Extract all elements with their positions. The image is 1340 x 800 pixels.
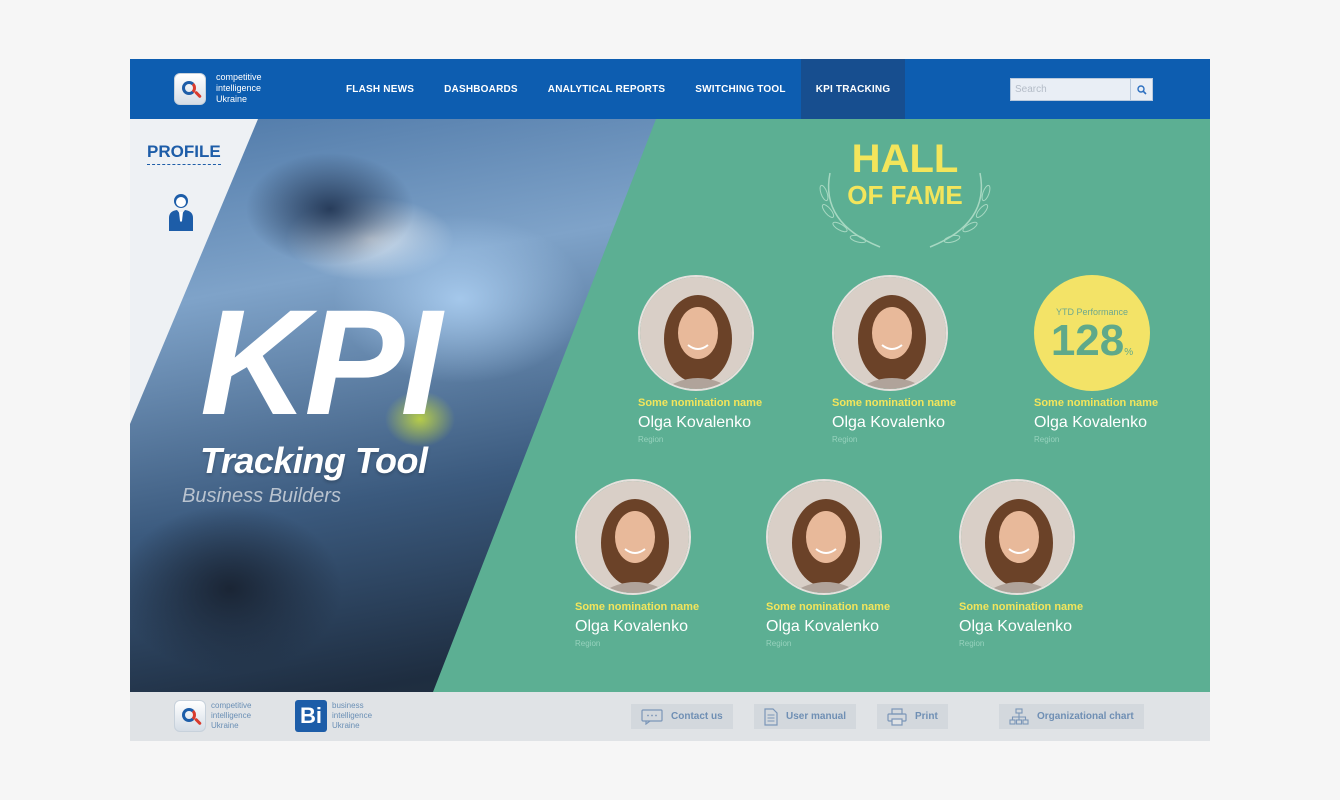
- printer-icon: [887, 707, 907, 726]
- nominee-card[interactable]: Some nomination name Olga Kovalenko Regi…: [575, 479, 755, 648]
- nav-analytical-reports[interactable]: ANALYTICAL REPORTS: [533, 59, 681, 119]
- nominee-name: Olga Kovalenko: [959, 618, 1072, 635]
- hof-title-line2: OF FAME: [847, 180, 963, 210]
- nominee-name: Olga Kovalenko: [575, 618, 688, 635]
- contact-us-label: Contact us: [671, 711, 723, 722]
- bi-logo-icon: Bi: [295, 700, 327, 732]
- nominee-card[interactable]: Some nomination name Olga Kovalenko Regi…: [766, 479, 946, 648]
- organizational-chart-button[interactable]: Organizational chart: [999, 704, 1144, 729]
- print-button[interactable]: Print: [877, 704, 948, 729]
- logo-line: Ukraine: [332, 721, 360, 730]
- kpi-subtitle: Tracking Tool: [200, 440, 428, 481]
- nav-switching-tool[interactable]: SWITCHING TOOL: [680, 59, 800, 119]
- nominee-photo: [766, 479, 882, 595]
- magnifier-logo-icon: [174, 700, 206, 732]
- logo-line: competitive: [216, 72, 262, 82]
- footer-bar: competitive intelligence Ukraine Bi busi…: [130, 692, 1210, 741]
- ytd-unit: %: [1124, 347, 1134, 358]
- nomination-name: Some nomination name: [959, 601, 1084, 613]
- ytd-performance-badge: YTD Performance 128%: [1034, 275, 1150, 391]
- nominee-photo: [638, 275, 754, 391]
- org-chart-icon: [1009, 707, 1029, 725]
- magnifier-logo-icon: [174, 72, 206, 105]
- nominee-name: Olga Kovalenko: [638, 414, 751, 431]
- logo-line: Ukraine: [211, 721, 239, 730]
- top-header: competitive intelligence Ukraine FLASH N…: [130, 59, 1210, 119]
- kpi-tagline: Business Builders: [182, 485, 341, 507]
- user-manual-button[interactable]: User manual: [754, 704, 857, 729]
- logo-line: competitive: [211, 701, 252, 710]
- app-window: competitive intelligence Ukraine FLASH N…: [130, 59, 1210, 741]
- print-label: Print: [915, 711, 938, 722]
- document-icon: [764, 707, 778, 726]
- nominee-card[interactable]: Some nomination name Olga Kovalenko Regi…: [638, 275, 818, 444]
- nominee-photo: [832, 275, 948, 391]
- main-nav: FLASH NEWS DASHBOARDS ANALYTICAL REPORTS…: [331, 59, 906, 119]
- ytd-card[interactable]: YTD Performance 128% Some nomination nam…: [1034, 275, 1210, 444]
- nomination-name: Some nomination name: [832, 397, 957, 409]
- nominee-region: Region: [959, 639, 985, 648]
- logo-line: intelligence: [211, 711, 252, 720]
- logo-line: business: [332, 701, 364, 710]
- nominee-photo: [959, 479, 1075, 595]
- search-box: [1010, 78, 1153, 101]
- nominee-photo: [575, 479, 691, 595]
- footer-ci-logo[interactable]: competitive intelligence Ukraine: [174, 700, 251, 732]
- footer-logo-text: business intelligence Ukraine: [332, 701, 372, 731]
- nomination-name: Some nomination name: [638, 397, 763, 409]
- contact-us-button[interactable]: Contact us: [631, 704, 733, 729]
- profile-link[interactable]: PROFILE: [147, 142, 221, 165]
- nav-kpi-tracking[interactable]: KPI TRACKING: [800, 59, 906, 119]
- nav-flash-news[interactable]: FLASH NEWS: [331, 59, 429, 119]
- user-icon[interactable]: [166, 191, 196, 231]
- organizational-chart-label: Organizational chart: [1037, 711, 1134, 722]
- nav-dashboards[interactable]: DASHBOARDS: [429, 59, 533, 119]
- kpi-title: KPI: [200, 278, 442, 446]
- nominee-region: Region: [832, 435, 858, 444]
- nomination-name: Some nomination name: [575, 601, 700, 613]
- ytd-value: 128: [1050, 316, 1125, 365]
- user-manual-label: User manual: [786, 711, 847, 722]
- nominee-name: Olga Kovalenko: [832, 414, 945, 431]
- search-input[interactable]: [1011, 79, 1130, 100]
- logo-text: competitive intelligence Ukraine: [216, 72, 262, 105]
- nominee-region: Region: [638, 435, 664, 444]
- hall-of-fame-heading: HALL OF FAME: [810, 139, 1000, 259]
- footer-bi-logo[interactable]: Bi business intelligence Ukraine: [295, 700, 372, 732]
- hero-area: PROFILE KPI Tracking Tool Business Build…: [130, 119, 1210, 692]
- nomination-name: Some nomination name: [1034, 397, 1159, 409]
- nominee-name: Olga Kovalenko: [1034, 414, 1147, 431]
- ytd-value-wrap: 128%: [1034, 319, 1150, 375]
- nominee-region: Region: [1034, 435, 1060, 444]
- search-icon: [1136, 84, 1147, 95]
- nominee-card[interactable]: Some nomination name Olga Kovalenko Regi…: [959, 479, 1139, 648]
- footer-logo-text: competitive intelligence Ukraine: [211, 701, 251, 731]
- hof-title-line1: HALL: [851, 137, 959, 181]
- nominee-region: Region: [766, 639, 792, 648]
- logo-line: intelligence: [216, 83, 262, 93]
- nominee-name: Olga Kovalenko: [766, 618, 879, 635]
- nominee-card[interactable]: Some nomination name Olga Kovalenko Regi…: [832, 275, 1012, 444]
- nomination-name: Some nomination name: [766, 601, 891, 613]
- search-button[interactable]: [1130, 79, 1152, 100]
- nominee-region: Region: [575, 639, 601, 648]
- logo-line: Ukraine: [216, 94, 248, 104]
- ci-ukraine-logo[interactable]: competitive intelligence Ukraine: [174, 72, 262, 105]
- chat-bubble-icon: [641, 708, 663, 725]
- logo-line: intelligence: [332, 711, 373, 720]
